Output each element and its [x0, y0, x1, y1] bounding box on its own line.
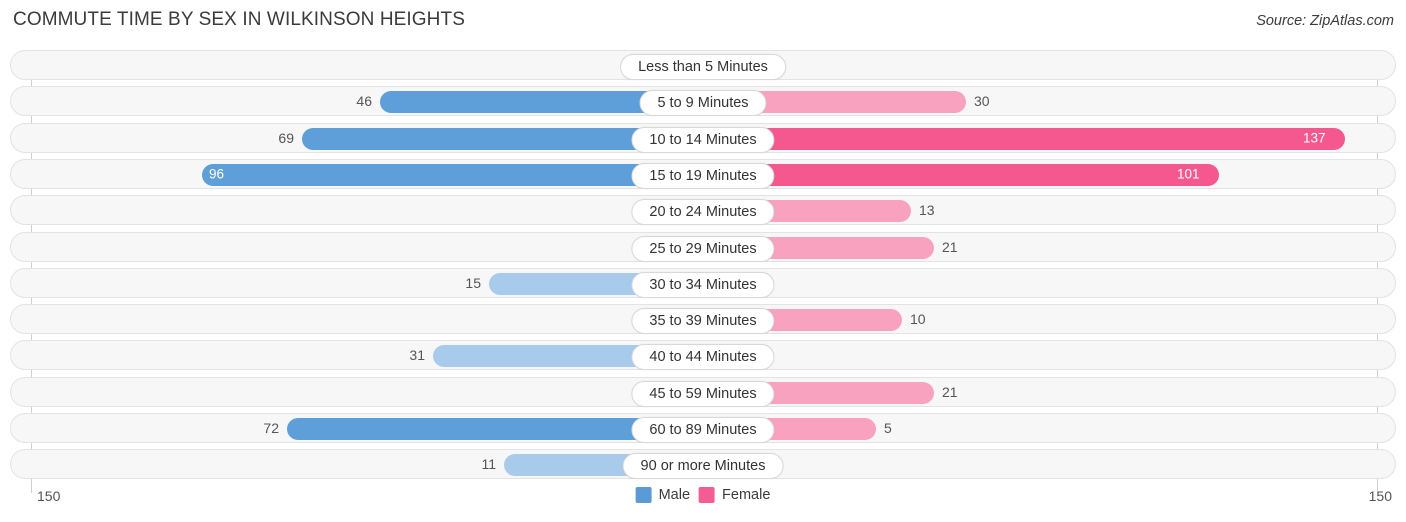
table-row: 02145 to 59 Minutes [10, 376, 1396, 407]
bar-value-male: 31 [409, 347, 425, 364]
source-attribution: Source: ZipAtlas.com [1256, 13, 1394, 29]
bar-value-male: 15 [465, 274, 481, 291]
bar-value-female: 30 [974, 93, 990, 110]
row-bars: 69 137 10 to 14 Minutes [11, 124, 1395, 153]
category-label: 30 to 34 Minutes [631, 271, 775, 298]
row-bars: 02145 to 59 Minutes [11, 378, 1395, 407]
row-bars: 02125 to 29 Minutes [11, 233, 1395, 262]
table-row: 02125 to 29 Minutes [10, 231, 1396, 262]
bar-female[interactable] [714, 163, 1219, 186]
category-label: 45 to 59 Minutes [631, 380, 775, 407]
bar-value-male: 96 [208, 166, 224, 182]
table-row: 00Less than 5 Minutes [10, 50, 1396, 80]
row-bars: 96 101 15 to 19 Minutes [11, 160, 1395, 189]
axis-label-left: 150 [37, 488, 61, 504]
chart-container: COMMUTE TIME BY SEX IN WILKINSON HEIGHTS… [0, 0, 1406, 522]
row-bars: 46 30 5 to 9 Minutes [11, 87, 1395, 117]
category-label: 90 or more Minutes [622, 453, 784, 480]
category-label: 20 to 24 Minutes [631, 199, 775, 226]
table-row: 01320 to 24 Minutes [10, 195, 1396, 226]
category-label: 5 to 9 Minutes [639, 90, 767, 117]
row-bars: 01320 to 24 Minutes [11, 196, 1395, 226]
category-label: 25 to 29 Minutes [631, 235, 775, 262]
bar-value-male: 69 [278, 129, 294, 146]
legend-label: Male [658, 487, 691, 503]
chart-footer: 150 150 Male Female [0, 486, 1406, 522]
category-label: Less than 5 Minutes [620, 54, 786, 80]
bar-male[interactable] [202, 163, 692, 186]
bar-value-male: 46 [356, 93, 372, 110]
legend-item[interactable]: Female [699, 487, 770, 503]
row-bars: 01035 to 39 Minutes [11, 305, 1395, 335]
row-bars: 72 5 60 to 89 Minutes [11, 414, 1395, 443]
category-label: 60 to 89 Minutes [631, 417, 775, 443]
bar-value-female: 10 [910, 311, 926, 328]
row-bars: 31040 to 44 Minutes [11, 341, 1395, 371]
table-row: 46 30 5 to 9 Minutes [10, 86, 1396, 117]
legend-swatch [699, 487, 716, 503]
page-title: COMMUTE TIME BY SEX IN WILKINSON HEIGHTS [13, 9, 465, 30]
bar-value-male: 11 [481, 456, 496, 473]
axis-label-right: 150 [1368, 488, 1392, 504]
table-row: 96 101 15 to 19 Minutes [10, 158, 1396, 189]
legend-item[interactable]: Male [635, 487, 691, 503]
bar-value-female: 137 [1303, 130, 1326, 146]
bar-value-female: 21 [942, 383, 958, 400]
table-row: 11090 or more Minutes [10, 449, 1396, 480]
legend-label: Female [722, 487, 771, 503]
chart-legend: Male Female [635, 487, 770, 503]
table-row: 72 5 60 to 89 Minutes [10, 413, 1396, 443]
bar-value-female: 5 [884, 420, 892, 436]
table-row: 01035 to 39 Minutes [10, 304, 1396, 335]
bar-value-male: 72 [263, 420, 279, 436]
chart-plot-area: 00Less than 5 Minutes 46 30 5 to 9 Minutes 6… [0, 50, 1406, 493]
category-label: 10 to 14 Minutes [631, 126, 775, 153]
bar-female[interactable] [714, 127, 1345, 150]
bar-value-female: 101 [1177, 166, 1200, 182]
bar-value-female: 21 [942, 238, 958, 255]
category-label: 40 to 44 Minutes [631, 344, 775, 371]
row-bars: 15030 to 34 Minutes [11, 269, 1395, 298]
row-bars: 11090 or more Minutes [11, 450, 1395, 480]
table-row: 15030 to 34 Minutes [10, 267, 1396, 298]
table-row: 31040 to 44 Minutes [10, 340, 1396, 371]
bar-value-female: 13 [919, 202, 935, 219]
row-bars: 00Less than 5 Minutes [11, 51, 1395, 80]
category-label: 35 to 39 Minutes [631, 308, 775, 335]
category-label: 15 to 19 Minutes [631, 162, 775, 189]
table-row: 69 137 10 to 14 Minutes [10, 122, 1396, 153]
legend-swatch [635, 487, 652, 503]
